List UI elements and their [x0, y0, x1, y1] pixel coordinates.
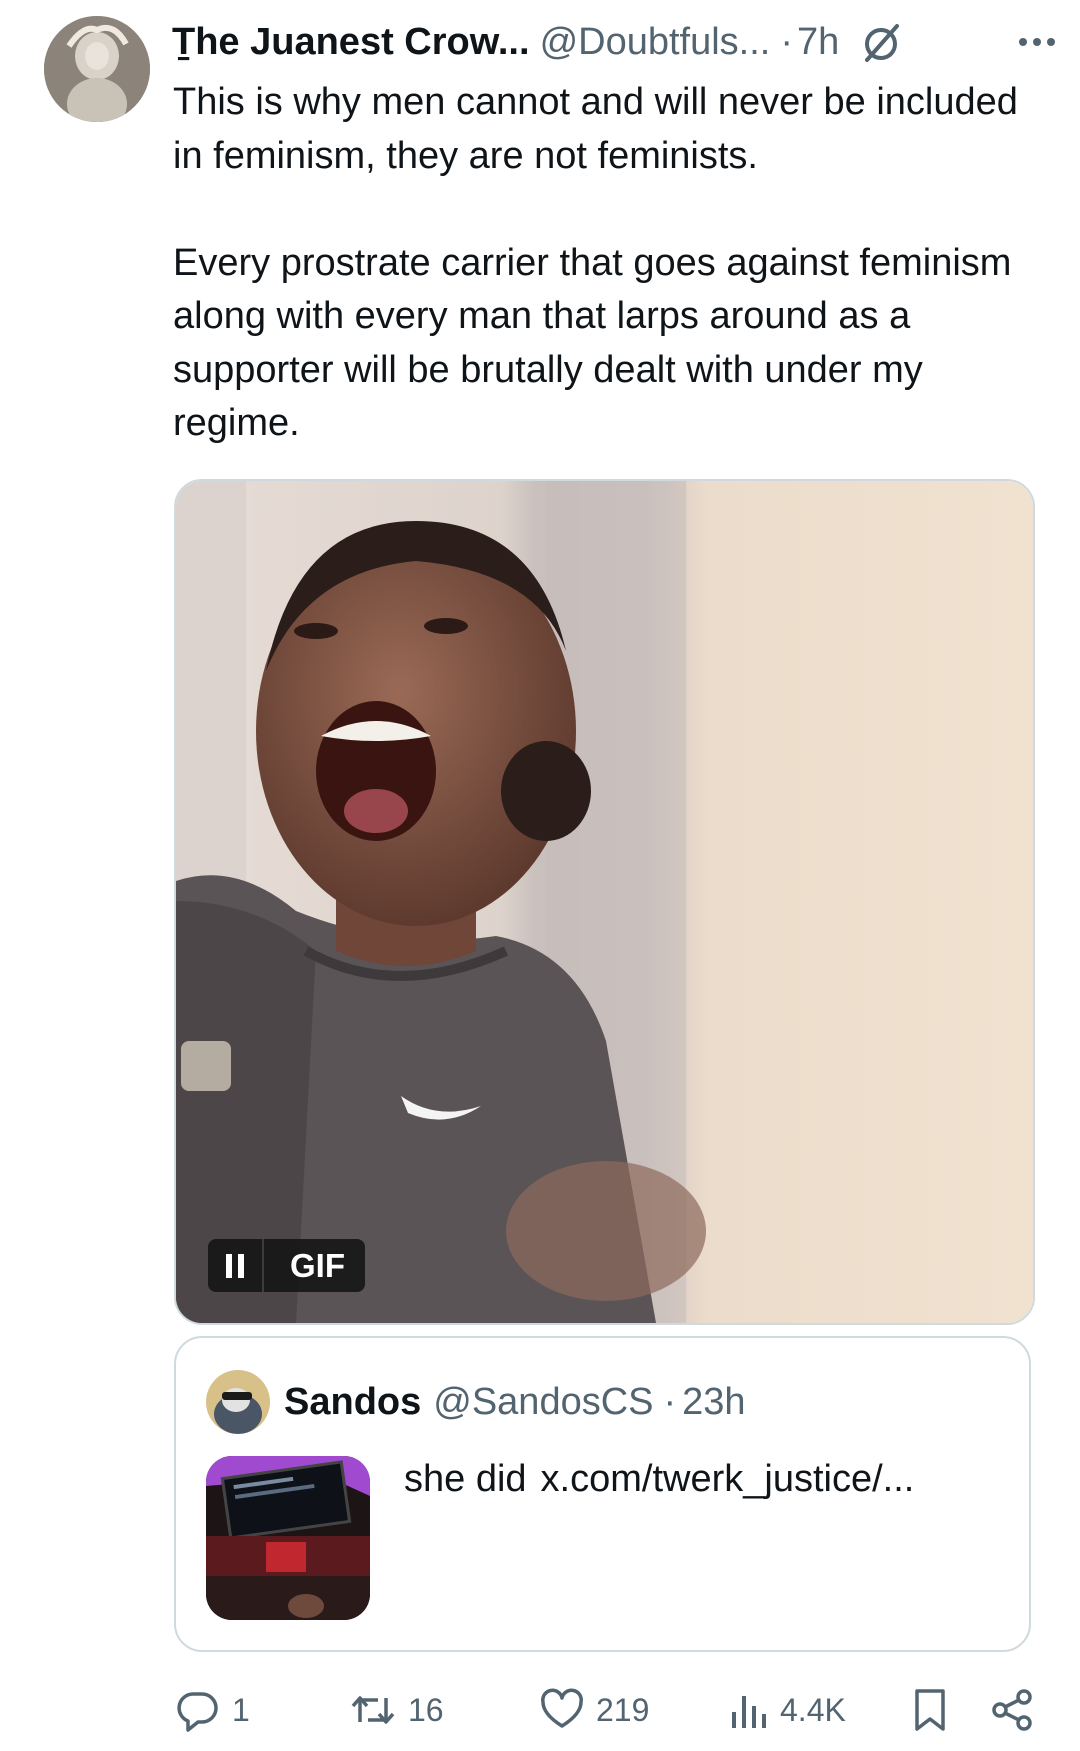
- heart-icon: [541, 1688, 583, 1728]
- pause-button[interactable]: [208, 1239, 264, 1292]
- tweet-time[interactable]: 7h: [797, 21, 839, 64]
- gif-badge: GIF: [290, 1246, 345, 1284]
- gif-media[interactable]: GIF: [174, 479, 1035, 1325]
- author-handle[interactable]: @Doubtfuls...: [540, 21, 771, 64]
- bookmark-icon: [915, 1689, 945, 1731]
- repost-button[interactable]: 16: [350, 1680, 444, 1740]
- quoted-tweet-time[interactable]: 23h: [682, 1381, 745, 1424]
- views-icon: [732, 1696, 766, 1728]
- quoted-author-handle[interactable]: @SandosCS: [433, 1381, 653, 1424]
- action-bar: 1 16 219 4.4K: [172, 1680, 1042, 1740]
- author-name[interactable]: Ṯhe Juanest Crow...: [172, 21, 530, 64]
- more-options-icon[interactable]: [1014, 19, 1060, 65]
- gif-frame-image: [176, 481, 1033, 1323]
- reply-icon: [177, 1692, 218, 1732]
- quoted-media-thumbnail[interactable]: [206, 1456, 370, 1620]
- quoted-text-body: she did: [404, 1458, 527, 1500]
- separator-dot: ·: [780, 20, 794, 63]
- tweet-paragraph: Every prostrate carrier that goes agains…: [173, 241, 1012, 445]
- separator-dot: ·: [663, 1380, 677, 1423]
- repost-icon: [351, 1696, 395, 1724]
- views-button[interactable]: 4.4K: [728, 1680, 846, 1740]
- share-button[interactable]: [990, 1680, 1046, 1740]
- like-count: 219: [596, 1691, 650, 1728]
- views-count: 4.4K: [780, 1691, 846, 1728]
- quoted-tweet[interactable]: Sandos @SandosCS · 23h she did x.com/twer…: [174, 1336, 1031, 1652]
- author-avatar[interactable]: [44, 16, 150, 122]
- gif-controls: GIF: [208, 1239, 365, 1292]
- quoted-tweet-text: she did x.com/twerk_justice/...: [404, 1458, 914, 1501]
- tweet-text: This is why men cannot and will never be…: [173, 76, 1053, 451]
- slashed-circle-icon: [865, 24, 900, 62]
- quoted-tweet-header: Sandos @SandosCS · 23h: [284, 1374, 746, 1430]
- quoted-link[interactable]: x.com/twerk_justice/...: [541, 1458, 915, 1500]
- quoted-author-name[interactable]: Sandos: [284, 1381, 421, 1424]
- bookmark-button[interactable]: [912, 1680, 960, 1740]
- tweet-paragraph: This is why men cannot and will never be…: [173, 81, 1018, 177]
- reply-count: 1: [232, 1691, 250, 1728]
- share-icon: [992, 1689, 1032, 1731]
- like-button[interactable]: 219: [540, 1680, 649, 1740]
- pause-icon: [226, 1253, 244, 1278]
- tweet-header: Ṯhe Juanest Crow... @Doubtfuls... · 7h: [172, 14, 1060, 70]
- reply-button[interactable]: 1: [176, 1680, 250, 1740]
- repost-count: 16: [408, 1691, 444, 1728]
- quoted-author-avatar[interactable]: [206, 1370, 270, 1434]
